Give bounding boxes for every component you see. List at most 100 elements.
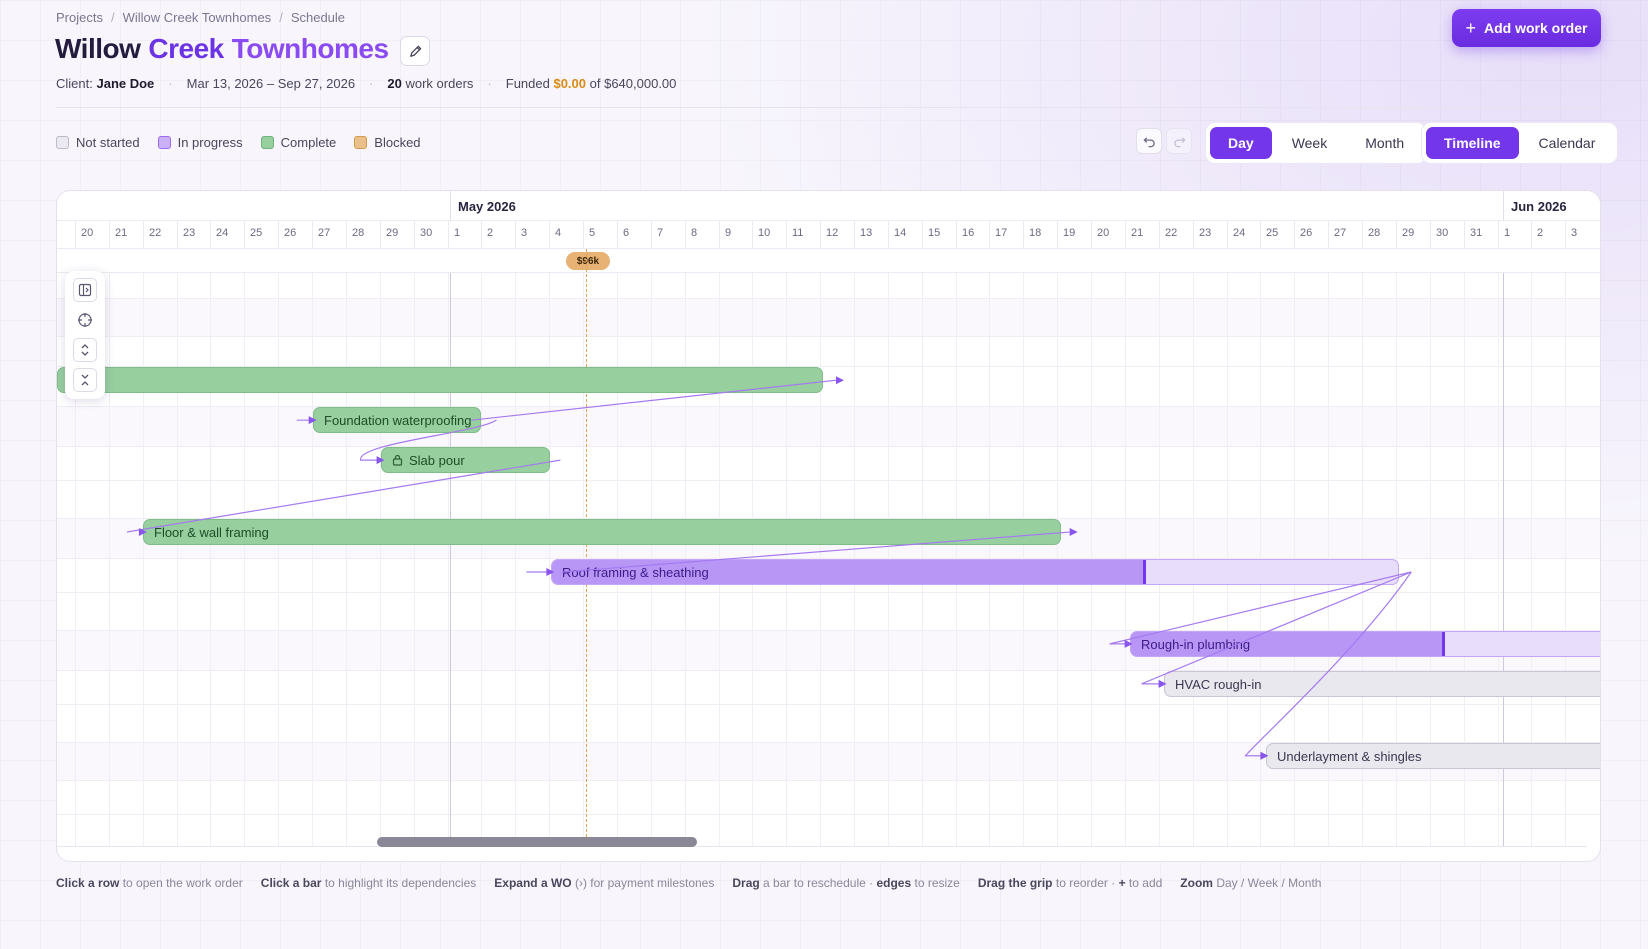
milestone-badge[interactable]: $96k xyxy=(566,252,610,270)
redo-icon xyxy=(1173,136,1186,147)
edit-title-button[interactable] xyxy=(400,36,430,66)
breadcrumb-project[interactable]: Willow Creek Townhomes xyxy=(123,10,272,25)
day-header: 20 21 22 23 24 25 26 27 28 29 30 1 2 3 4 5 6 7 8 9 10 11 12 13 1… xyxy=(57,221,1600,249)
grid-row[interactable] xyxy=(57,273,1600,299)
breadcrumb-projects[interactable]: Projects xyxy=(56,10,103,25)
day-cell: 2 xyxy=(1531,221,1565,249)
legend-label: Blocked xyxy=(374,135,421,150)
day-cell: 12 xyxy=(820,221,854,249)
page-title: Willow Creek Townhomes xyxy=(55,33,389,65)
day-cell: 28 xyxy=(1362,221,1396,249)
bar-label: Rough-in plumbing xyxy=(1141,636,1251,652)
funded-label: Funded xyxy=(505,76,550,91)
hint-key: + xyxy=(1118,876,1126,890)
day-cell: 11 xyxy=(786,221,820,249)
day-cell: 1 xyxy=(448,221,482,249)
view-switcher: Timeline Calendar xyxy=(1421,122,1619,164)
hint-key: Click a bar xyxy=(260,876,322,890)
day-cell: 3 xyxy=(1565,221,1599,249)
day-cell: 18 xyxy=(1023,221,1057,249)
funding-info: Funded $0.00 of $640,000.00 xyxy=(506,76,677,91)
grid-row[interactable] xyxy=(57,781,1600,815)
lock-icon xyxy=(392,454,403,466)
day-cell: 15 xyxy=(922,221,956,249)
day-cell: 20 xyxy=(1091,221,1125,249)
date-range: Mar 13, 2026 – Sep 27, 2026 xyxy=(186,76,356,91)
hint: Click a row to open the work order xyxy=(56,876,243,890)
zoom-month-button[interactable]: Month xyxy=(1347,127,1422,159)
grid-column-line xyxy=(143,273,144,847)
work-order-bar[interactable]: Underlayment & shingles xyxy=(1266,743,1600,769)
hint-text: to resize xyxy=(914,876,960,890)
funded-total: of $640,000.00 xyxy=(589,76,677,91)
day-cell: 9 xyxy=(719,221,753,249)
scroll-to-today-button[interactable] xyxy=(73,308,97,332)
collapse-all-button[interactable] xyxy=(73,368,97,392)
grid-column-line xyxy=(515,273,516,847)
grid-column-line xyxy=(210,273,211,847)
view-timeline-button[interactable]: Timeline xyxy=(1426,127,1519,159)
month-separator xyxy=(1503,191,1504,221)
horizontal-scrollbar[interactable] xyxy=(377,837,697,847)
work-order-bar[interactable]: Floor & wall framing xyxy=(143,519,1061,545)
day-cell: 23 xyxy=(177,221,211,249)
work-orders-info: 20 work orders xyxy=(387,76,473,91)
grid-column-line xyxy=(481,273,482,847)
hint: Drag the grip to reorder · + to add xyxy=(978,876,1162,890)
legend-swatch xyxy=(354,136,368,149)
hint-text: to open the work order xyxy=(122,876,243,890)
grid-row[interactable] xyxy=(57,447,1600,481)
work-order-bar[interactable]: Roof framing & sheathing xyxy=(551,559,1399,585)
hint-key: Drag the grip xyxy=(977,876,1053,890)
day-cell: 23 xyxy=(1193,221,1227,249)
bar-label: Underlayment & shingles xyxy=(1277,748,1422,764)
add-work-order-button[interactable]: + Add work order xyxy=(1452,9,1601,47)
gantt-toolbox xyxy=(65,271,105,399)
hint-text: Day / Week / Month xyxy=(1216,876,1322,890)
hint-key: edges xyxy=(876,876,912,890)
grid-column-line xyxy=(448,273,449,847)
grid-row[interactable] xyxy=(57,407,1600,447)
redo-button[interactable] xyxy=(1166,128,1192,154)
zoom-day-button[interactable]: Day xyxy=(1210,127,1272,159)
grid-row[interactable] xyxy=(57,481,1600,519)
day-cell: 21 xyxy=(1125,221,1159,249)
work-order-bar[interactable]: Slab pour xyxy=(381,447,550,473)
day-cell: 16 xyxy=(956,221,990,249)
meta-separator: · xyxy=(369,76,374,91)
grid-column-line xyxy=(380,273,381,847)
grid-row[interactable] xyxy=(57,299,1600,337)
day-cell: 29 xyxy=(1396,221,1430,249)
undo-button[interactable] xyxy=(1136,128,1162,154)
chevrons-collapse-icon xyxy=(81,374,89,386)
grid-column-line xyxy=(346,273,347,847)
zoom-week-button[interactable]: Week xyxy=(1274,127,1346,159)
meta-separator: · xyxy=(168,76,173,91)
toggle-sidebar-button[interactable] xyxy=(73,278,97,302)
client-label: Client: xyxy=(56,76,93,91)
day-cell: 21 xyxy=(109,221,143,249)
day-cell: 17 xyxy=(989,221,1023,249)
hint: Click a bar to highlight its dependencie… xyxy=(261,876,477,890)
work-order-bar[interactable]: Rough-in plumbing xyxy=(1130,631,1600,657)
zoom-switcher: Day Week Month xyxy=(1205,122,1428,164)
grid-row[interactable] xyxy=(57,593,1600,631)
hint-text: a bar to reschedule · xyxy=(763,876,874,890)
breadcrumb-separator: / xyxy=(110,10,115,25)
bar-label: Foundation waterproofing xyxy=(324,412,472,428)
sidebar-icon xyxy=(78,283,92,297)
breadcrumb-schedule: Schedule xyxy=(290,10,346,25)
grid-row[interactable] xyxy=(57,337,1600,367)
hint-text: (›) for payment milestones xyxy=(574,876,715,890)
day-cell: 5 xyxy=(583,221,617,249)
work-order-bar[interactable]: HVAC rough-in xyxy=(1164,671,1600,697)
today-line xyxy=(586,249,587,847)
legend-label: Not started xyxy=(76,135,140,150)
bar-label: HVAC rough-in xyxy=(1175,676,1262,692)
expand-all-button[interactable] xyxy=(73,338,97,362)
work-order-bar[interactable]: Foundation waterproofing xyxy=(313,407,481,433)
work-order-bar[interactable] xyxy=(57,367,823,393)
hint: Zoom Day / Week / Month xyxy=(1180,876,1321,890)
grid-row[interactable] xyxy=(57,705,1600,743)
view-calendar-button[interactable]: Calendar xyxy=(1521,127,1614,159)
